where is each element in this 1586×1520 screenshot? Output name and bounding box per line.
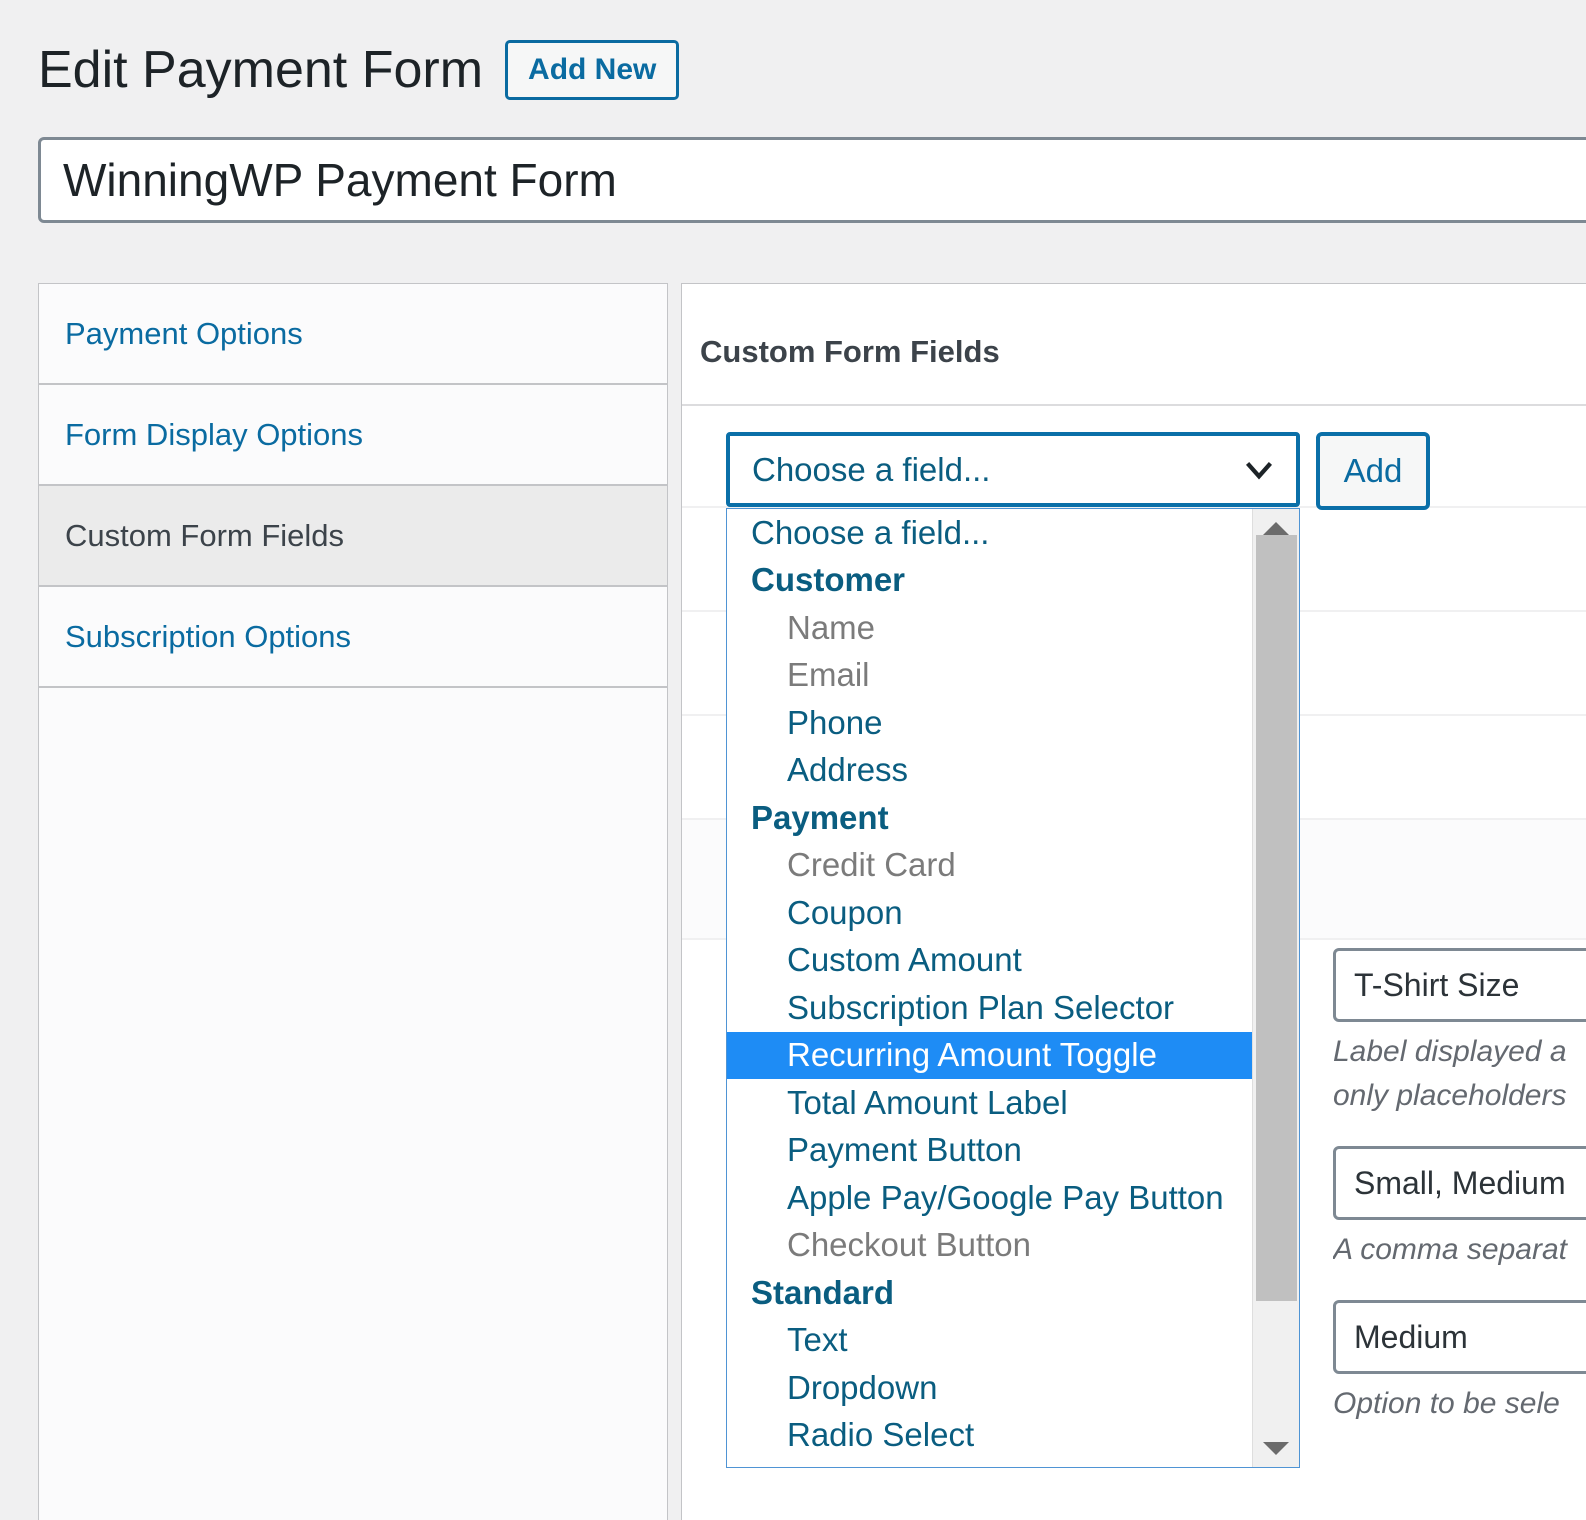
dropdown-option-label: Standard xyxy=(751,1273,895,1311)
settings-tab-sidebar: Payment Options Form Display Options Custo… xyxy=(38,283,668,1520)
chevron-down-icon xyxy=(1244,455,1274,485)
sidebar-item-form-display-options[interactable]: Form Display Options xyxy=(39,385,667,486)
dropdown-option-credit-card[interactable]: Credit Card xyxy=(727,842,1299,890)
choose-field-select[interactable]: Choose a field... xyxy=(726,432,1300,507)
dropdown-option-label: Checkout Button xyxy=(787,1226,1031,1264)
dropdown-option-email[interactable]: Email xyxy=(727,652,1299,700)
add-field-button[interactable]: Add xyxy=(1316,432,1430,510)
dropdown-option-recurring-amount-toggle[interactable]: Recurring Amount Toggle xyxy=(727,1031,1299,1079)
dropdown-option-label: Recurring Amount Toggle xyxy=(787,1036,1157,1074)
dropdown-group-customer: Customer xyxy=(727,557,1299,605)
dropdown-option-address[interactable]: Address xyxy=(727,747,1299,795)
sidebar-empty-area xyxy=(39,688,667,1520)
dropdown-option-subscription-plan-selector[interactable]: Subscription Plan Selector xyxy=(727,984,1299,1032)
dropdown-option-label: Name xyxy=(787,608,876,646)
dropdown-option-label: Customer xyxy=(751,561,906,599)
dropdown-option-radio-select[interactable]: Radio Select xyxy=(727,1412,1299,1460)
dropdown-option-label: Payment xyxy=(751,798,889,836)
dropdown-option-label: Choose a field... xyxy=(751,513,990,551)
sidebar-item-label: Custom Form Fields xyxy=(65,517,345,553)
scroll-down-arrow-icon[interactable] xyxy=(1253,1429,1299,1467)
form-title-field-wrap xyxy=(38,137,1586,223)
choose-field-select-value: Choose a field... xyxy=(752,450,991,488)
dropdown-option-dropdown[interactable]: Dropdown xyxy=(727,1364,1299,1412)
dropdown-option-name[interactable]: Name xyxy=(727,604,1299,652)
dropdown-option-label: Subscription Plan Selector xyxy=(787,988,1175,1026)
dropdown-option-label: Address xyxy=(787,751,909,789)
sidebar-item-subscription-options[interactable]: Subscription Options xyxy=(39,587,667,688)
dropdown-option-custom-amount[interactable]: Custom Amount xyxy=(727,937,1299,985)
dropdown-option-label: Radio Select xyxy=(787,1416,975,1454)
form-title-input[interactable] xyxy=(38,137,1586,223)
field-label-help: Label displayed a only placeholders xyxy=(1333,1035,1567,1112)
sidebar-item-custom-form-fields[interactable]: Custom Form Fields xyxy=(39,486,667,587)
dropdown-option-choose-a-field[interactable]: Choose a field... xyxy=(727,509,1299,557)
dropdown-option-label: Total Amount Label xyxy=(787,1083,1068,1121)
scrollbar-thumb[interactable] xyxy=(1256,535,1297,1301)
dropdown-option-label: Custom Amount xyxy=(787,941,1022,979)
dropdown-option-payment-button[interactable]: Payment Button xyxy=(727,1127,1299,1175)
dropdown-option-phone[interactable]: Phone xyxy=(727,699,1299,747)
choose-field-dropdown-list[interactable]: Choose a field... Customer Name Email Phone A… xyxy=(726,508,1300,1468)
add-new-button[interactable]: Add New xyxy=(505,40,680,100)
field-label-input[interactable] xyxy=(1333,948,1586,1022)
dropdown-option-label: Phone xyxy=(787,703,883,741)
dropdown-option-label: Email xyxy=(787,656,870,694)
panel-heading: Custom Form Fields xyxy=(700,334,1000,369)
sidebar-item-label: Subscription Options xyxy=(65,618,352,654)
dropdown-option-label: Payment Button xyxy=(787,1131,1022,1169)
field-options-help: A comma separat xyxy=(1333,1233,1567,1266)
dropdown-option-label: Dropdown xyxy=(787,1368,938,1406)
field-detail-column: Label displayed a only placeholders A co… xyxy=(1333,948,1586,1426)
dropdown-option-label: Apple Pay/Google Pay Button xyxy=(787,1178,1224,1216)
field-chooser-row: Choose a field... Add xyxy=(726,432,1430,510)
dropdown-option-coupon[interactable]: Coupon xyxy=(727,889,1299,937)
field-default-input[interactable] xyxy=(1333,1300,1586,1374)
dropdown-option-total-amount-label[interactable]: Total Amount Label xyxy=(727,1079,1299,1127)
dropdown-group-payment: Payment xyxy=(727,794,1299,842)
field-options-input[interactable] xyxy=(1333,1146,1586,1220)
page-header: Edit Payment Form Add New xyxy=(38,28,680,112)
dropdown-option-apple-pay-google-pay-button[interactable]: Apple Pay/Google Pay Button xyxy=(727,1174,1299,1222)
panel-divider xyxy=(682,404,1586,406)
field-default-help: Option to be sele xyxy=(1333,1387,1560,1420)
dropdown-option-label: Coupon xyxy=(787,893,903,931)
dropdown-option-label: Text xyxy=(787,1321,848,1359)
dropdown-option-label: Credit Card xyxy=(787,846,956,884)
dropdown-option-text[interactable]: Text xyxy=(727,1317,1299,1365)
dropdown-option-checkout-button[interactable]: Checkout Button xyxy=(727,1222,1299,1270)
page-title: Edit Payment Form xyxy=(38,41,484,99)
dropdown-group-standard: Standard xyxy=(727,1269,1299,1317)
dropdown-scrollbar[interactable] xyxy=(1252,509,1299,1467)
sidebar-item-label: Payment Options xyxy=(65,315,303,351)
sidebar-item-payment-options[interactable]: Payment Options xyxy=(39,284,667,385)
admin-page: Edit Payment Form Add New Payment Option… xyxy=(0,0,1586,1520)
sidebar-item-label: Form Display Options xyxy=(65,416,364,452)
